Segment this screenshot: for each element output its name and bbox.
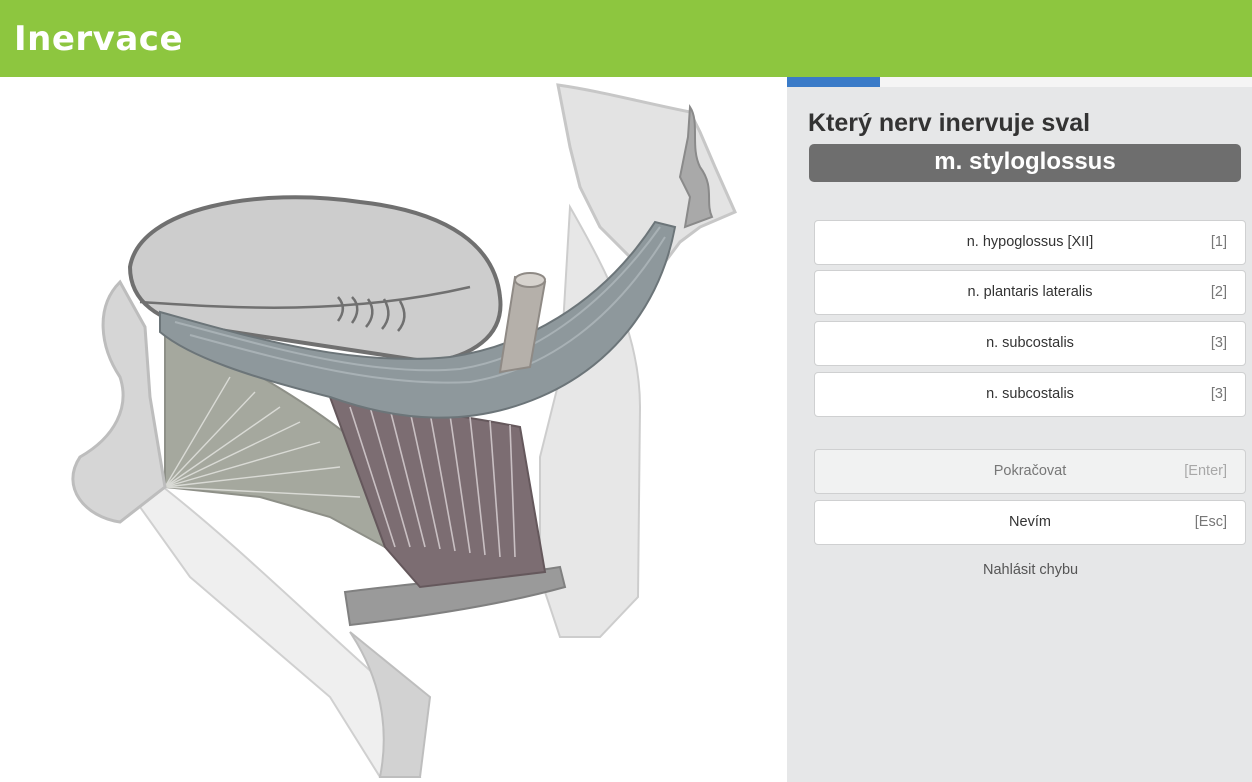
answer-shortcut: [3] bbox=[1210, 335, 1227, 351]
quiz-panel: Který nerv inervuje sval m. styloglossus… bbox=[787, 77, 1252, 782]
muscle-name: m. styloglossus bbox=[809, 144, 1241, 182]
anatomy-illustration bbox=[0, 77, 787, 782]
dont-know-button[interactable]: Nevím [Esc] bbox=[814, 500, 1246, 545]
continue-shortcut: [Enter] bbox=[1184, 463, 1227, 479]
answer-option-4[interactable]: n. subcostalis [3] bbox=[814, 372, 1246, 417]
lip bbox=[71, 279, 167, 524]
question-text: Který nerv inervuje sval bbox=[808, 109, 1091, 137]
answer-option-3[interactable]: n. subcostalis [3] bbox=[814, 321, 1246, 366]
answer-label: n. plantaris lateralis bbox=[967, 284, 1093, 300]
continue-label: Pokračovat bbox=[993, 463, 1067, 479]
answer-shortcut: [2] bbox=[1210, 284, 1227, 300]
answer-label: n. hypoglossus [XII] bbox=[966, 234, 1094, 250]
app-logo[interactable]: Inervace bbox=[14, 22, 183, 56]
progress-fill bbox=[787, 77, 880, 87]
answer-shortcut: [1] bbox=[1210, 234, 1227, 250]
answer-option-2[interactable]: n. plantaris lateralis [2] bbox=[814, 270, 1246, 315]
answer-label: n. subcostalis bbox=[986, 335, 1074, 351]
report-error-link[interactable]: Nahlásit chybu bbox=[983, 562, 1078, 578]
dont-know-label: Nevím bbox=[1009, 514, 1051, 530]
tongue-muscles-drawing bbox=[71, 83, 737, 778]
progress-bar bbox=[787, 77, 1252, 87]
dont-know-shortcut: [Esc] bbox=[1194, 514, 1227, 530]
answer-shortcut: [3] bbox=[1210, 386, 1227, 402]
answer-option-1[interactable]: n. hypoglossus [XII] [1] bbox=[814, 220, 1246, 265]
app-header: Inervace bbox=[0, 0, 1252, 77]
continue-button[interactable]: Pokračovat [Enter] bbox=[814, 449, 1246, 494]
answer-label: n. subcostalis bbox=[986, 386, 1074, 402]
